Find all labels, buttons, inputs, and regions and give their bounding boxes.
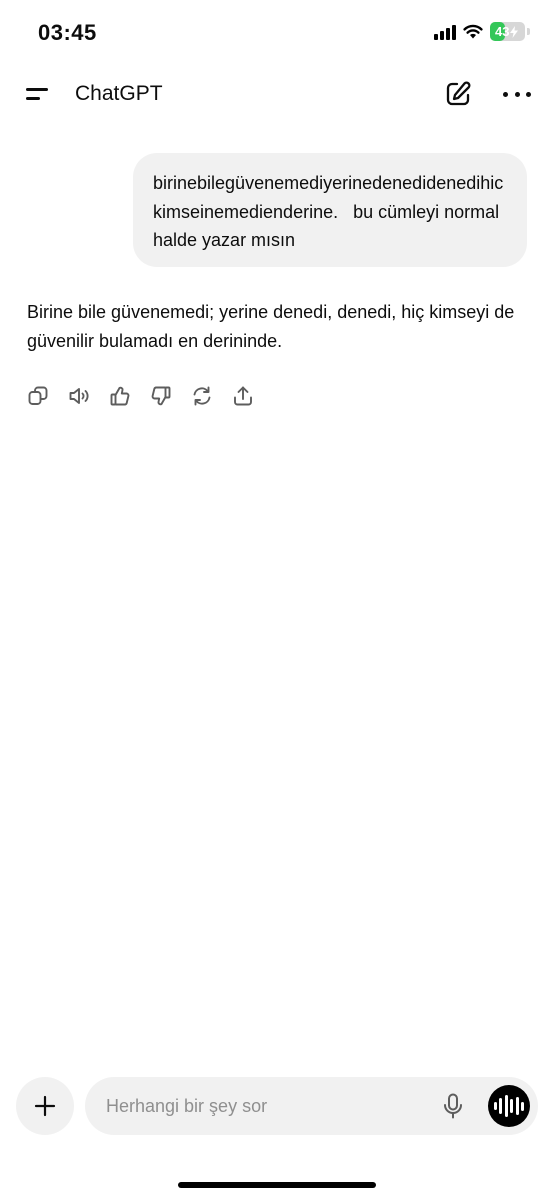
- assistant-message: Birine bile güvenemedi; yerine denedi, d…: [27, 302, 515, 351]
- charging-bolt-icon: [510, 25, 519, 38]
- voice-mode-icon[interactable]: [488, 1085, 530, 1127]
- message-composer: [85, 1077, 538, 1135]
- more-icon[interactable]: [503, 82, 531, 106]
- message-actions: [27, 384, 254, 408]
- status-bar: 03:45 43: [0, 0, 554, 66]
- menu-icon[interactable]: [26, 84, 50, 106]
- app-header: ChatGPT: [0, 70, 554, 120]
- status-time: 03:45: [38, 20, 97, 45]
- thumbs-up-icon[interactable]: [109, 384, 131, 408]
- regenerate-icon[interactable]: [191, 384, 213, 408]
- copy-icon[interactable]: [27, 384, 49, 408]
- battery-charging-icon: 43: [490, 22, 525, 41]
- battery-level: 43: [495, 24, 510, 39]
- thumbs-down-icon[interactable]: [150, 384, 172, 408]
- battery-nub: [527, 28, 530, 35]
- user-message: birinebilegüvenemediyerinedenedidenedihi…: [133, 153, 527, 267]
- app-title: ChatGPT: [75, 82, 163, 105]
- home-indicator: [178, 1182, 376, 1188]
- mic-icon[interactable]: [442, 1093, 464, 1119]
- new-chat-icon[interactable]: [444, 80, 472, 108]
- plus-icon[interactable]: [16, 1077, 74, 1135]
- read-aloud-icon[interactable]: [68, 384, 90, 408]
- message-input[interactable]: [85, 1077, 425, 1135]
- signal-icon: [434, 24, 456, 40]
- status-icons: 43: [434, 22, 530, 41]
- wifi-icon: [463, 24, 483, 39]
- share-icon[interactable]: [232, 384, 254, 408]
